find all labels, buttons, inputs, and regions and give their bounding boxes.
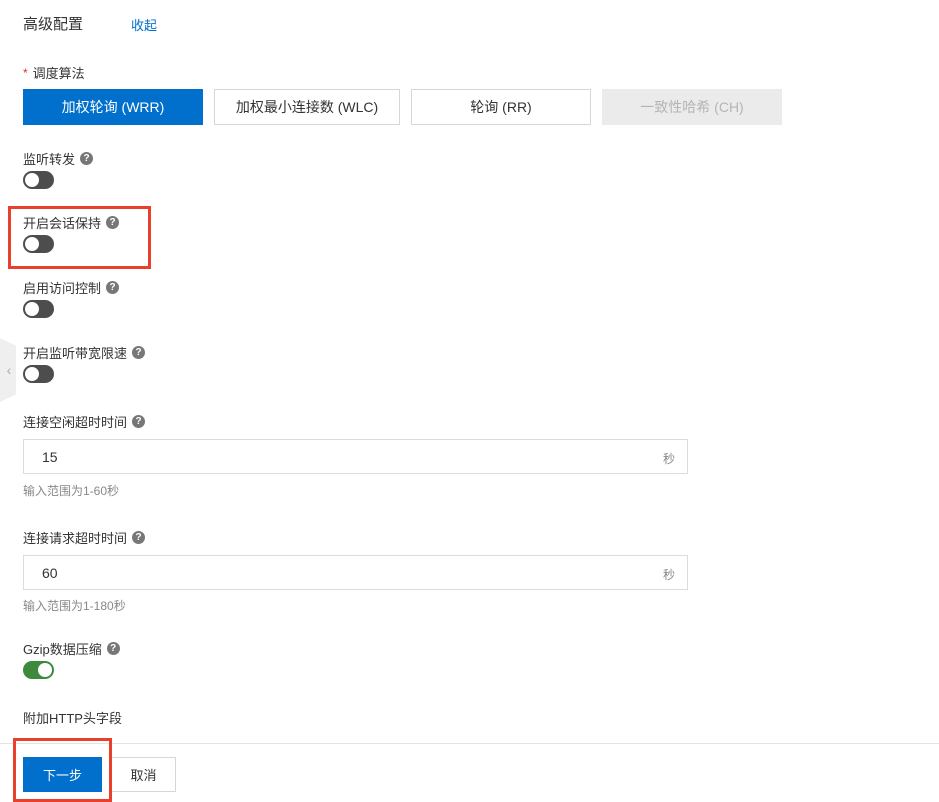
required-mark: *	[23, 65, 28, 80]
scheduling-label-row: * 调度算法	[23, 63, 85, 82]
idle-timeout-hint: 输入范围为1-60秒	[23, 484, 120, 498]
request-timeout-label: 连接请求超时时间	[23, 531, 128, 546]
algo-rr-button[interactable]: 轮询 (RR)	[411, 89, 591, 125]
request-timeout-value: 60	[42, 564, 58, 581]
session-persistence-label: 开启会话保持	[23, 216, 102, 231]
collapse-link[interactable]: 收起	[131, 15, 157, 34]
bandwidth-limit-label-row: 开启监听带宽限速 ?	[23, 343, 146, 362]
access-control-toggle[interactable]	[23, 300, 54, 318]
request-timeout-label-row: 连接请求超时时间 ?	[23, 528, 146, 547]
access-control-label-row: 启用访问控制 ?	[23, 278, 120, 297]
request-timeout-unit: 秒	[662, 568, 675, 582]
listener-forward-toggle[interactable]	[23, 171, 54, 189]
question-circle-icon[interactable]: ?	[106, 642, 120, 655]
question-circle-icon[interactable]: ?	[132, 531, 146, 544]
gzip-label-row: Gzip数据压缩 ?	[23, 639, 120, 658]
question-circle-icon[interactable]: ?	[80, 152, 94, 165]
access-control-label: 启用访问控制	[23, 281, 102, 296]
http-header-label: 附加HTTP头字段	[23, 711, 122, 726]
bandwidth-limit-label: 开启监听带宽限速	[23, 346, 128, 361]
footer-bar: 下一步 取消	[0, 743, 939, 802]
toggle-knob	[25, 237, 39, 251]
cancel-button[interactable]: 取消	[111, 757, 176, 792]
section-title: 高级配置	[23, 16, 84, 33]
request-timeout-hint: 输入范围为1-180秒	[23, 599, 126, 613]
question-circle-icon[interactable]: ?	[106, 281, 120, 294]
scheduling-label: 调度算法	[32, 66, 85, 81]
request-timeout-input[interactable]: 60 秒	[23, 555, 688, 590]
side-panel-handle[interactable]: ‹	[0, 338, 16, 402]
toggle-knob	[25, 173, 39, 187]
algo-wlc-button[interactable]: 加权最小连接数 (WLC)	[214, 89, 400, 125]
algo-ch-button: 一致性哈希 (CH)	[602, 89, 782, 125]
algo-wrr-button[interactable]: 加权轮询 (WRR)	[23, 89, 203, 125]
idle-timeout-unit: 秒	[662, 452, 675, 466]
idle-timeout-input[interactable]: 15 秒	[23, 439, 688, 474]
idle-timeout-label: 连接空闲超时时间	[23, 415, 128, 430]
next-button[interactable]: 下一步	[23, 757, 102, 792]
bandwidth-limit-toggle[interactable]	[23, 365, 54, 383]
gzip-toggle[interactable]	[23, 661, 54, 679]
http-header-label-row: 附加HTTP头字段	[23, 708, 122, 727]
toggle-knob	[25, 367, 39, 381]
chevron-left-icon: ‹	[6, 362, 12, 378]
toggle-knob	[38, 663, 52, 677]
toggle-knob	[25, 302, 39, 316]
question-circle-icon[interactable]: ?	[132, 415, 146, 428]
idle-timeout-value: 15	[42, 448, 58, 465]
listener-forward-label-row: 监听转发 ?	[23, 149, 94, 168]
session-persistence-label-row: 开启会话保持 ?	[23, 213, 120, 232]
gzip-label: Gzip数据压缩	[23, 642, 102, 657]
idle-timeout-label-row: 连接空闲超时时间 ?	[23, 412, 146, 431]
session-persistence-toggle[interactable]	[23, 235, 54, 253]
listener-forward-label: 监听转发	[23, 152, 76, 167]
question-circle-icon[interactable]: ?	[106, 216, 120, 229]
question-circle-icon[interactable]: ?	[132, 346, 146, 359]
